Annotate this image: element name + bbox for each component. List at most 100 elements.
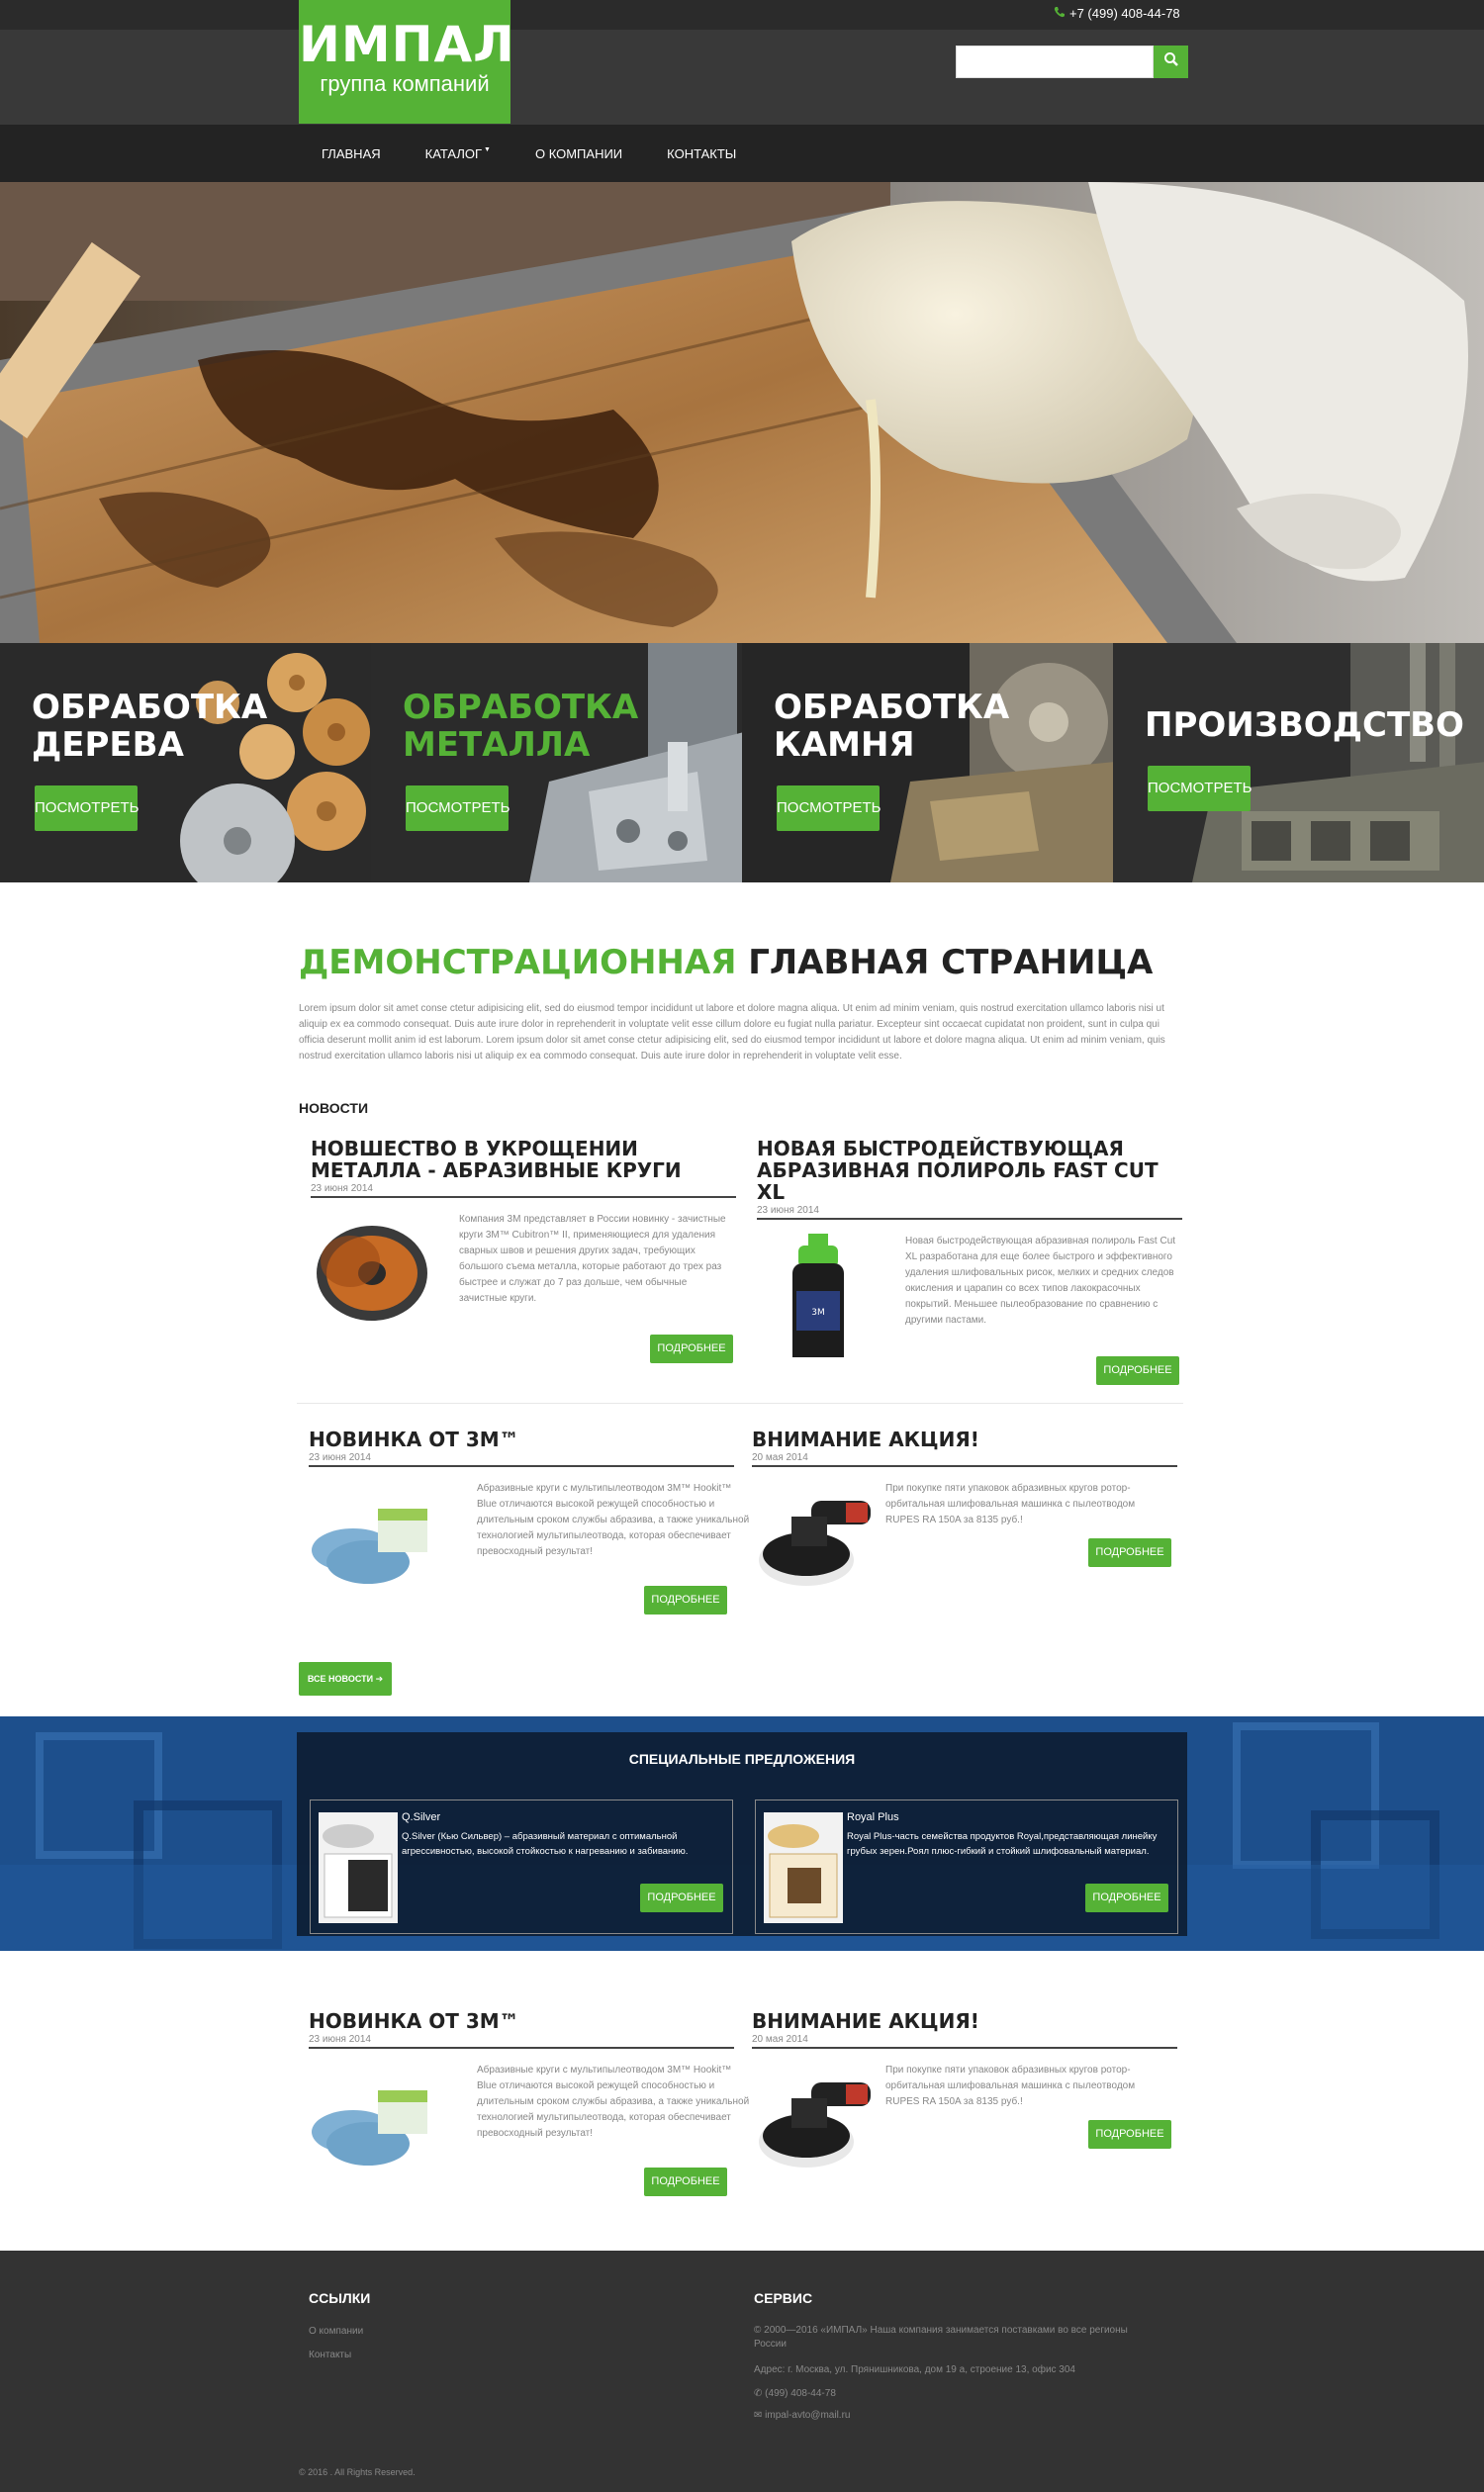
- copyright: © 2016 . All Rights Reserved.: [299, 2467, 416, 2477]
- news-image-blue-discs: [312, 2090, 427, 2166]
- svg-text:3M: 3M: [811, 1308, 825, 1318]
- news-item: ВНИМАНИЕ АКЦИЯ! 20 мая 2014 При покупке …: [752, 2010, 1177, 2197]
- hero-image: [0, 182, 1484, 643]
- footer-links-heading: ССЫЛКИ: [309, 2290, 371, 2306]
- footer: ССЫЛКИ О компании Контакты СЕРВИС © 2000…: [0, 2251, 1484, 2492]
- category-tiles: ОБРАБОТКА ДЕРЕВА ПОСМОТРЕТЬ ОБРАБОТКА МЕ…: [0, 643, 1484, 882]
- news-date: 23 июня 2014: [311, 1183, 736, 1198]
- category-tile-stone[interactable]: ОБРАБОТКА КАМНЯ ПОСМОТРЕТЬ: [742, 643, 1113, 882]
- news-item: НОВАЯ БЫСТРОДЕЙСТВУЮЩАЯ АБРАЗИВНАЯ ПОЛИР…: [757, 1138, 1182, 1385]
- news-text: Компания 3М представляет в России новинк…: [459, 1214, 726, 1304]
- nav-item-catalog-label: КАТАЛОГ: [424, 145, 483, 161]
- footer-service-text: © 2000—2016 «ИМПАЛ» Наша компания занима…: [754, 2325, 1128, 2350]
- news-date: 20 мая 2014: [752, 2034, 1177, 2049]
- offer-card: Q.Silver Q.Silver (Кью Сильвер) – абрази…: [310, 1800, 733, 1934]
- news-image-sander: [759, 1501, 871, 1586]
- nav-item-contacts[interactable]: КОНТАКТЫ: [667, 146, 736, 161]
- news-text: Новая быстродействующая абразивная полир…: [905, 1236, 1176, 1326]
- offer-text: Q.Silver (Кью Сильвер) – абразивный мате…: [402, 1831, 689, 1857]
- news-item: НОВИНКА ОТ 3М™ 23 июня 2014 Абразивные к…: [309, 2010, 749, 2197]
- nav-item-about[interactable]: О КОМПАНИИ: [535, 146, 622, 161]
- logo-title: ИМПАЛ: [299, 16, 515, 73]
- offer-title[interactable]: Q.Silver: [402, 1811, 440, 1823]
- news-title[interactable]: НОВИНКА ОТ 3М™: [309, 1429, 734, 1450]
- more-button[interactable]: ПОДРОБНЕЕ: [1088, 2120, 1171, 2149]
- offer-card: Royal Plus Royal Plus-часть семейства пр…: [755, 1800, 1178, 1934]
- search-icon: [1163, 52, 1179, 71]
- offer-image-royal-plus: [764, 1812, 843, 1923]
- search-input[interactable]: [956, 46, 1154, 78]
- search-form: [956, 46, 1191, 78]
- news-date: 23 июня 2014: [757, 1205, 1182, 1220]
- phone-icon: [1054, 6, 1066, 18]
- news-text: Абразивные круги с мультипылеотводом 3M™…: [477, 1483, 750, 1557]
- news-title[interactable]: НОВИНКА ОТ 3М™: [309, 2010, 734, 2032]
- news-text: Абразивные круги с мультипылеотводом 3M™…: [477, 2065, 750, 2139]
- offer-text: Royal Plus-часть семейства продуктов Roy…: [847, 1831, 1158, 1857]
- page-title-dark: ГЛАВНАЯ СТРАНИЦА: [748, 943, 1154, 982]
- news-text: При покупке пяти упаковок абразивных кру…: [885, 2065, 1136, 2107]
- offer-title[interactable]: Royal Plus: [847, 1811, 899, 1823]
- main-nav: ГЛАВНАЯ КАТАЛОГ ▼ О КОМПАНИИ КОНТАКТЫ: [0, 125, 1484, 182]
- category-title: ОБРАБОТКА ДЕРЕВА: [32, 688, 268, 765]
- view-button[interactable]: ПОСМОТРЕТЬ: [406, 785, 510, 831]
- more-button[interactable]: ПОДРОБНЕЕ: [644, 1586, 727, 1615]
- header-phone: +7 (499) 408-44-78: [1054, 6, 1180, 21]
- footer-service-heading: СЕРВИС: [754, 2290, 813, 2306]
- view-button[interactable]: ПОСМОТРЕТЬ: [777, 785, 881, 831]
- nav-item-home[interactable]: ГЛАВНАЯ: [322, 146, 381, 161]
- category-title: ОБРАБОТКА МЕТАЛЛА: [403, 688, 639, 765]
- mail-icon: ✉: [754, 2410, 766, 2421]
- nav-item-catalog[interactable]: КАТАЛОГ ▼: [425, 146, 491, 161]
- news-heading: НОВОСТИ: [299, 1100, 369, 1116]
- special-heading: СПЕЦИАЛЬНЫЕ ПРЕДЛОЖЕНИЯ: [628, 1751, 856, 1767]
- caret-down-icon: ▼: [484, 145, 491, 153]
- news-divider: [297, 1403, 1183, 1404]
- category-title: ОБРАБОТКА КАМНЯ: [774, 688, 1010, 765]
- more-button[interactable]: ПОДРОБНЕЕ: [650, 1335, 733, 1363]
- view-button[interactable]: ПОСМОТРЕТЬ: [1148, 766, 1252, 811]
- news-date: 23 июня 2014: [309, 1452, 734, 1467]
- page-title-green: ДЕМОНСТРАЦИОННАЯ: [299, 943, 737, 982]
- news-title[interactable]: НОВАЯ БЫСТРОДЕЙСТВУЮЩАЯ АБРАЗИВНАЯ ПОЛИР…: [757, 1138, 1182, 1203]
- phone-icon: ✆: [754, 2388, 766, 2399]
- hero-banner: [0, 182, 1484, 643]
- news-image-blue-discs: [312, 1509, 427, 1584]
- header-top-strip: [0, 0, 1484, 30]
- news-title[interactable]: ВНИМАНИЕ АКЦИЯ!: [752, 2010, 1177, 2032]
- news-image-abrasive-disc: [317, 1226, 427, 1321]
- news-item: НОВИНКА ОТ 3М™ 23 июня 2014 Абразивные к…: [309, 1429, 749, 1615]
- footer-phone-number: (499) 408-44-78: [765, 2388, 836, 2399]
- logo-subtitle: группа компаний: [320, 71, 490, 96]
- footer-link-about[interactable]: О компании: [309, 2325, 363, 2339]
- search-button[interactable]: [1154, 46, 1188, 78]
- footer-email-address: impal-avto@mail.ru: [765, 2410, 851, 2421]
- footer-phone: ✆ (499) 408-44-78: [754, 2387, 836, 2401]
- news-item: НОВШЕСТВО В УКРОЩЕНИИ МЕТАЛЛА - АБРАЗИВН…: [311, 1138, 736, 1363]
- more-button[interactable]: ПОДРОБНЕЕ: [1085, 1884, 1168, 1912]
- intro-text: Lorem ipsum dolor sit amet conse ctetur …: [299, 1003, 1165, 1061]
- page-title: ДЕМОНСТРАЦИОННАЯ ГЛАВНАЯ СТРАНИЦА: [299, 943, 1153, 982]
- special-offers-box: СПЕЦИАЛЬНЫЕ ПРЕДЛОЖЕНИЯ Q.Silver Q.Silve…: [297, 1732, 1187, 1936]
- news-item: ВНИМАНИЕ АКЦИЯ! 20 мая 2014 При покупке …: [752, 1429, 1177, 1615]
- footer-link-contacts[interactable]: Контакты: [309, 2349, 351, 2362]
- news-title[interactable]: НОВШЕСТВО В УКРОЩЕНИИ МЕТАЛЛА - АБРАЗИВН…: [311, 1138, 736, 1181]
- more-button[interactable]: ПОДРОБНЕЕ: [640, 1884, 723, 1912]
- footer-address: Адрес: г. Москва, ул. Прянишникова, дом …: [754, 2364, 1075, 2375]
- view-button[interactable]: ПОСМОТРЕТЬ: [35, 785, 139, 831]
- category-tile-production[interactable]: ПРОИЗВОДСТВО ПОСМОТРЕТЬ: [1113, 643, 1484, 882]
- news-text: При покупке пяти упаковок абразивных кру…: [885, 1483, 1136, 1525]
- footer-email[interactable]: ✉ impal-avto@mail.ru: [754, 2409, 850, 2423]
- news-title[interactable]: ВНИМАНИЕ АКЦИЯ!: [752, 1429, 1177, 1450]
- more-button[interactable]: ПОДРОБНЕЕ: [644, 2168, 727, 2196]
- special-offers-section: СПЕЦИАЛЬНЫЕ ПРЕДЛОЖЕНИЯ Q.Silver Q.Silve…: [0, 1716, 1484, 1951]
- news-image-sander: [759, 2082, 871, 2168]
- more-button[interactable]: ПОДРОБНЕЕ: [1096, 1356, 1179, 1385]
- logo[interactable]: ИМПАЛ группа компаний: [299, 0, 515, 124]
- more-button[interactable]: ПОДРОБНЕЕ: [1088, 1538, 1171, 1567]
- all-news-button[interactable]: ВСЕ НОВОСТИ ➔: [299, 1662, 392, 1696]
- offer-image-qsilver: [319, 1812, 398, 1923]
- news-date: 20 мая 2014: [752, 1452, 1177, 1467]
- category-tile-wood[interactable]: ОБРАБОТКА ДЕРЕВА ПОСМОТРЕТЬ: [0, 643, 371, 882]
- category-tile-metal[interactable]: ОБРАБОТКА МЕТАЛЛА ПОСМОТРЕТЬ: [371, 643, 742, 882]
